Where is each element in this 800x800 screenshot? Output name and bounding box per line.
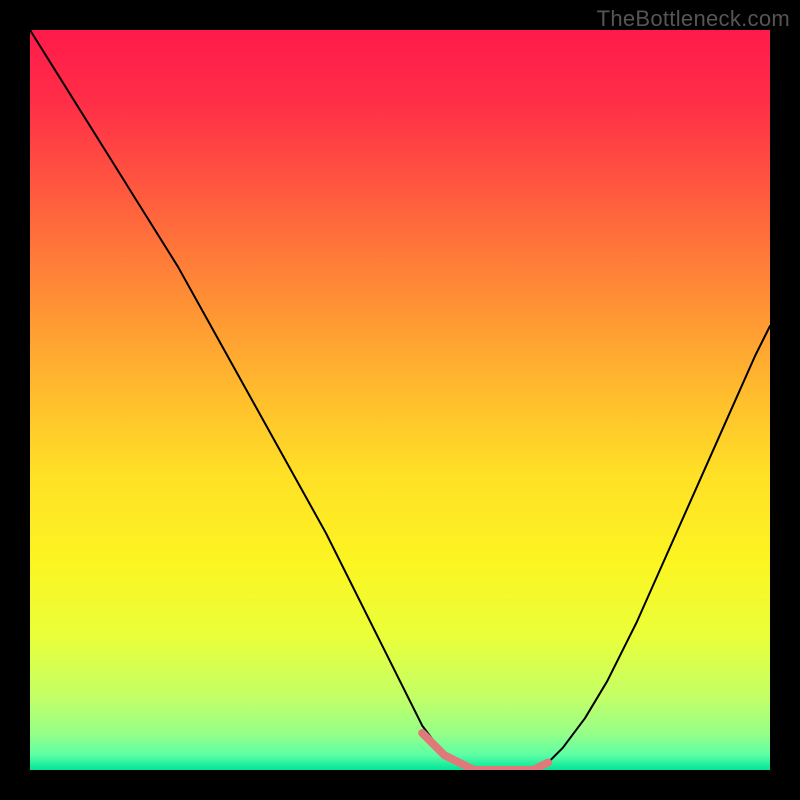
plot-area [30, 30, 770, 770]
bottleneck-curve [30, 30, 770, 770]
chart-frame: TheBottleneck.com [0, 0, 800, 800]
watermark-label: TheBottleneck.com [597, 6, 790, 32]
curve-layer [30, 30, 770, 770]
flat-highlight [422, 733, 548, 770]
